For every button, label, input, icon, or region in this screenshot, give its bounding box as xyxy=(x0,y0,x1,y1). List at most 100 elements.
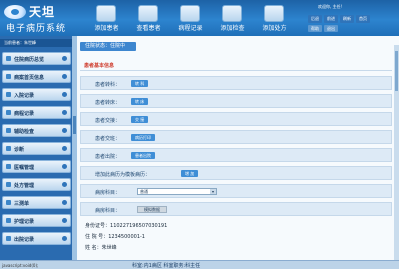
sidebar-item-label: 入院记录 xyxy=(14,93,35,99)
admission-number-value: 1234500001-1 xyxy=(108,234,145,240)
progress-record-label: 病程记录 xyxy=(178,25,203,32)
homepage-icon xyxy=(6,74,11,79)
sidebar-item-label: 住院病历总览 xyxy=(14,57,45,63)
add-patient-label: 添加患者 xyxy=(94,25,119,32)
collapse-handle[interactable] xyxy=(73,116,76,134)
patient-name-label: 姓 名： xyxy=(85,245,102,251)
form-row-shift: 患者交班： 病历打印 xyxy=(80,130,392,144)
sidebar-item-label: 处方管理 xyxy=(14,183,35,189)
ward-value-box[interactable]: 模拟数据 xyxy=(137,206,167,213)
forward-button[interactable]: 前进 xyxy=(324,15,338,23)
add-prescription-icon xyxy=(264,5,284,22)
chevron-right-icon xyxy=(62,218,67,223)
logo-title: 天坦 xyxy=(29,5,56,19)
sidebar-item-label: 病案首页信息 xyxy=(14,75,45,81)
sidebar-item-nursing[interactable]: 护理记录 xyxy=(2,214,71,227)
nursing-icon xyxy=(6,218,11,223)
prescription-icon xyxy=(6,182,11,187)
form-row-transfer-dept: 患者转科： 转 科 xyxy=(80,76,392,90)
chevron-right-icon xyxy=(62,128,67,133)
sidebar-item-prescriptions[interactable]: 处方管理 xyxy=(2,178,71,191)
help-button[interactable]: 帮助 xyxy=(308,25,322,32)
field-label: 患者转科： xyxy=(95,82,121,88)
discharge-button[interactable]: 患者出院 xyxy=(131,152,155,159)
add-template-button[interactable]: 增 加 xyxy=(181,170,199,177)
sidebar-item-diagnosis[interactable]: 诊断 xyxy=(2,142,71,155)
logo-subtitle: 电子病历系统 xyxy=(6,24,67,34)
chevron-down-icon: ▾ xyxy=(210,189,216,194)
orders-icon xyxy=(6,164,11,169)
sidebar-item-label: 出院记录 xyxy=(14,237,35,243)
ward-select-value: 普通 xyxy=(140,189,148,194)
chevron-right-icon xyxy=(62,56,67,61)
view-patient-label: 查看患者 xyxy=(136,25,161,32)
sidebar-item-orders[interactable]: 医嘱管理 xyxy=(2,160,71,173)
add-exam-icon xyxy=(222,5,242,22)
sidebar-item-overview[interactable]: 住院病历总览 xyxy=(2,52,71,65)
scrollbar[interactable] xyxy=(394,45,399,260)
view-patient-icon xyxy=(138,5,158,22)
logo-icon xyxy=(4,5,26,19)
form-row-transfer-bed: 患者转床： 转 床 xyxy=(80,94,392,108)
overview-icon xyxy=(6,56,11,61)
main-content: 住院状态：住院中 患者基本信息 患者转科： 转 科 患者转床： 转 床 患者交接… xyxy=(77,36,399,260)
add-prescription-button[interactable]: 添加处方 xyxy=(254,3,295,34)
sidebar-item-discharge[interactable]: 出院记录 xyxy=(2,232,71,245)
sidebar-item-homepage[interactable]: 病案首页信息 xyxy=(2,70,71,83)
transfer-bed-button[interactable]: 转 床 xyxy=(131,98,149,105)
top-right-panel: 欢迎你, 主任! 后退 前进 刷新 首页 帮助 退出 xyxy=(308,3,396,34)
sidebar-item-vitals[interactable]: 三测单 xyxy=(2,196,71,209)
add-patient-icon xyxy=(96,5,116,22)
form-row-template: 增加此病历为模板病历： 增 加 xyxy=(80,166,392,180)
transfer-dept-button[interactable]: 转 科 xyxy=(131,80,149,87)
chevron-right-icon xyxy=(62,110,67,115)
sidebar-item-label: 辅助检查 xyxy=(14,129,35,135)
nav-row: 后退 前进 刷新 首页 xyxy=(308,15,372,23)
current-patient: 当前患者：朱世峰 xyxy=(0,39,72,47)
ward-select[interactable]: 普通 ▾ xyxy=(137,188,217,195)
sidebar-item-admission[interactable]: 入院记录 xyxy=(2,88,71,101)
discharge-icon xyxy=(6,236,11,241)
handover-button[interactable]: 交 接 xyxy=(131,116,149,123)
status-tab[interactable]: 住院状态：住院中 xyxy=(80,42,136,51)
scrollbar-thumb[interactable] xyxy=(395,51,398,91)
progress-record-button[interactable]: 病程记录 xyxy=(170,3,211,34)
sidebar-item-label: 医嘱管理 xyxy=(14,165,35,171)
add-exam-label: 添加检查 xyxy=(220,25,245,32)
sidebar: 当前患者：朱世峰 住院病历总览 病案首页信息 入院记录 病程记录 辅助检查 诊断… xyxy=(0,36,72,260)
add-exam-button[interactable]: 添加检查 xyxy=(212,3,253,34)
add-prescription-label: 添加处方 xyxy=(262,25,287,32)
refresh-button[interactable]: 刷新 xyxy=(340,15,354,23)
id-number-value: 110227196507030191 xyxy=(110,223,168,229)
chevron-right-icon xyxy=(62,236,67,241)
field-label: 病房科目： xyxy=(95,208,121,214)
home-button[interactable]: 首页 xyxy=(356,15,370,23)
department-info: 科室:内1病区 科室职务:科主任 xyxy=(132,263,201,269)
logout-button[interactable]: 退出 xyxy=(324,25,338,32)
field-label: 患者交班： xyxy=(95,136,121,142)
chevron-right-icon xyxy=(62,182,67,187)
chevron-right-icon xyxy=(62,74,67,79)
record-icon xyxy=(180,5,200,22)
header: 天坦 电子病历系统 添加患者 查看患者 病程记录 添加检查 添加处方 欢迎你, … xyxy=(0,0,399,36)
form-row-ward-select: 病房科目： 普通 ▾ xyxy=(80,184,392,198)
chevron-right-icon xyxy=(62,92,67,97)
section-title: 患者基本信息 xyxy=(80,62,392,71)
print-record-button[interactable]: 病历打印 xyxy=(131,134,155,141)
toolbar: 添加患者 查看患者 病程记录 添加检查 添加处方 xyxy=(86,3,296,34)
back-button[interactable]: 后退 xyxy=(308,15,322,23)
view-patient-button[interactable]: 查看患者 xyxy=(128,3,169,34)
field-label: 病房科目： xyxy=(95,190,121,196)
sidebar-item-exams[interactable]: 辅助检查 xyxy=(2,124,71,137)
admission-number-label: 住 院 号： xyxy=(85,234,109,240)
add-patient-button[interactable]: 添加患者 xyxy=(86,3,127,34)
welcome-text: 欢迎你, 主任! xyxy=(318,4,343,9)
admission-icon xyxy=(6,92,11,97)
form-row-ward-box: 病房科目： 模拟数据 xyxy=(80,202,392,216)
sidebar-item-label: 病程记录 xyxy=(14,111,35,117)
sidebar-item-progress[interactable]: 病程记录 xyxy=(2,106,71,119)
admission-number: 住 院 号：1234500001-1 xyxy=(85,233,145,240)
diagnosis-icon xyxy=(6,146,11,151)
patient-name-value: 朱世峰 xyxy=(101,245,117,251)
field-label: 患者交接： xyxy=(95,118,121,124)
